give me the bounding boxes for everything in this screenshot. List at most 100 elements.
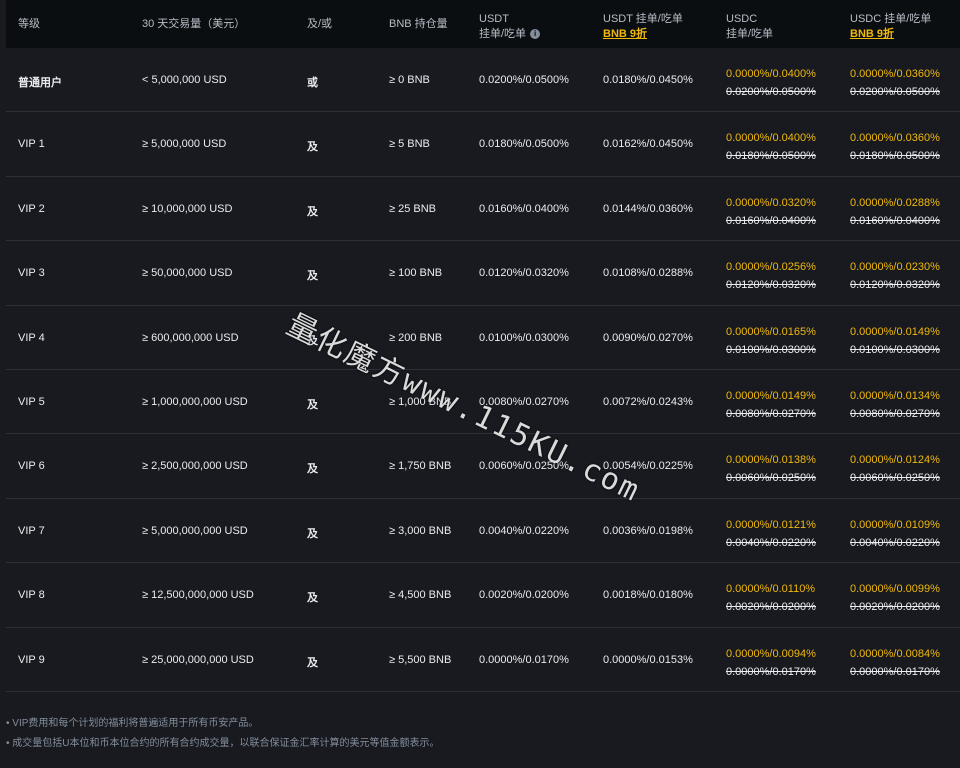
row-volume: ≥ 5,000,000 USD <box>142 138 227 151</box>
row-level: VIP 5 <box>18 395 45 408</box>
usdc-bnb-discount-link[interactable]: BNB 9折 <box>850 27 931 42</box>
row-usdc-fee: 0.0000%/0.0149% 0.0080%/0.0270% <box>726 387 816 423</box>
original-fee: 0.0120%/0.0320% <box>726 279 816 292</box>
row-level: VIP 2 <box>18 202 45 215</box>
row-usdc-fee: 0.0000%/0.0320% 0.0160%/0.0400% <box>726 194 816 230</box>
footnote: 成交量包括U本位和币本位合约的所有合约成交量，以联合保证金汇率计算的美元等值金额… <box>6 734 439 754</box>
row-andor: 及 <box>307 141 318 154</box>
row-usdt-bnb-fee: 0.0180%/0.0450% <box>603 74 693 86</box>
row-andor: 及 <box>307 463 318 476</box>
row-bnb: ≥ 4,500 BNB <box>389 589 452 602</box>
table-body: 普通用户 < 5,000,000 USD 或 ≥ 0 BNB 0.0200%/0.050… <box>6 48 960 692</box>
row-usdc-bnb-fee: 0.0000%/0.0230% 0.0120%/0.0320% <box>850 258 940 294</box>
row-usdt-bnb-fee: 0.0072%/0.0243% <box>603 395 693 408</box>
header-usdc-title: USDC <box>726 13 758 25</box>
row-level: VIP 9 <box>18 653 45 666</box>
table-row: VIP 6 ≥ 2,500,000,000 USD 及 ≥ 1,750 BNB 0.00… <box>6 434 960 499</box>
row-usdt-fee: 0.0020%/0.0200% <box>479 589 569 602</box>
original-fee: 0.0180%/0.0500% <box>726 150 816 163</box>
discounted-fee: 0.0000%/0.0084% <box>850 647 940 660</box>
row-usdc-fee: 0.0000%/0.0165% 0.0100%/0.0300% <box>726 323 816 359</box>
header-usdc-sub: 挂单/吃单 <box>726 28 774 40</box>
header-usdt-bnb: USDT 挂单/吃单 BNB 9折 <box>603 12 683 42</box>
discounted-fee: 0.0000%/0.0109% <box>850 518 940 531</box>
header-usdt-bnb-title: USDT 挂单/吃单 <box>603 13 683 25</box>
original-fee: 0.0120%/0.0320% <box>850 279 940 292</box>
discounted-fee: 0.0000%/0.0149% <box>726 389 816 402</box>
row-level: VIP 3 <box>18 267 45 280</box>
row-volume: ≥ 600,000,000 USD <box>142 331 239 344</box>
discounted-fee: 0.0000%/0.0320% <box>726 196 816 209</box>
row-bnb: ≥ 200 BNB <box>389 331 443 344</box>
row-volume: ≥ 25,000,000,000 USD <box>142 653 254 666</box>
row-bnb: ≥ 0 BNB <box>389 74 430 86</box>
discounted-fee: 0.0000%/0.0121% <box>726 518 816 531</box>
row-usdc-bnb-fee: 0.0000%/0.0360% 0.0180%/0.0500% <box>850 129 940 165</box>
row-bnb: ≥ 100 BNB <box>389 267 443 280</box>
header-usdt-sub: 挂单/吃单 <box>479 28 527 40</box>
row-usdt-bnb-fee: 0.0144%/0.0360% <box>603 202 693 215</box>
usdt-bnb-discount-link[interactable]: BNB 9折 <box>603 27 683 42</box>
row-usdc-fee: 0.0000%/0.0110% 0.0020%/0.0200% <box>726 580 816 616</box>
row-level: VIP 4 <box>18 331 45 344</box>
discounted-fee: 0.0000%/0.0099% <box>850 583 940 596</box>
original-fee: 0.0200%/0.0500% <box>850 86 940 98</box>
original-fee: 0.0100%/0.0300% <box>850 343 940 356</box>
header-usdt: USDT 挂单/吃单 i <box>479 12 541 42</box>
footnotes: VIP费用和每个计划的福利将普遍适用于所有币安产品。 成交量包括U本位和币本位合… <box>6 714 439 754</box>
table-row: VIP 3 ≥ 50,000,000 USD 及 ≥ 100 BNB 0.0120%/0… <box>6 241 960 306</box>
row-usdt-fee: 0.0100%/0.0300% <box>479 331 569 344</box>
info-icon[interactable]: i <box>530 29 541 40</box>
row-usdc-fee: 0.0000%/0.0256% 0.0120%/0.0320% <box>726 258 816 294</box>
discounted-fee: 0.0000%/0.0149% <box>850 325 940 338</box>
discounted-fee: 0.0000%/0.0110% <box>726 583 816 596</box>
row-level: VIP 6 <box>18 460 45 473</box>
row-bnb: ≥ 25 BNB <box>389 202 437 215</box>
row-andor: 及 <box>307 205 318 218</box>
header-usdt-title: USDT <box>479 13 509 25</box>
header-level: 等级 <box>18 18 40 30</box>
original-fee: 0.0160%/0.0400% <box>726 214 816 227</box>
discounted-fee: 0.0000%/0.0124% <box>850 454 940 467</box>
row-volume: < 5,000,000 USD <box>142 74 227 86</box>
row-usdc-bnb-fee: 0.0000%/0.0149% 0.0100%/0.0300% <box>850 323 940 359</box>
discounted-fee: 0.0000%/0.0360% <box>850 132 940 145</box>
row-bnb: ≥ 5,500 BNB <box>389 653 452 666</box>
original-fee: 0.0080%/0.0270% <box>850 407 940 420</box>
header-andor: 及/或 <box>307 18 333 30</box>
discounted-fee: 0.0000%/0.0360% <box>850 68 940 80</box>
row-usdc-bnb-fee: 0.0000%/0.0084% 0.0000%/0.0170% <box>850 645 940 681</box>
original-fee: 0.0000%/0.0170% <box>850 665 940 678</box>
header-volume: 30 天交易量（美元） <box>142 18 246 30</box>
row-usdt-fee: 0.0160%/0.0400% <box>479 202 569 215</box>
row-usdt-fee: 0.0040%/0.0220% <box>479 524 569 537</box>
table-row: VIP 8 ≥ 12,500,000,000 USD 及 ≥ 4,500 BNB 0.0… <box>6 563 960 628</box>
original-fee: 0.0040%/0.0220% <box>850 536 940 549</box>
row-bnb: ≥ 1,750 BNB <box>389 460 452 473</box>
original-fee: 0.0100%/0.0300% <box>726 343 816 356</box>
row-usdt-fee: 0.0120%/0.0320% <box>479 267 569 280</box>
discounted-fee: 0.0000%/0.0288% <box>850 196 940 209</box>
row-andor: 或 <box>307 77 318 89</box>
row-volume: ≥ 10,000,000 USD <box>142 202 233 215</box>
original-fee: 0.0020%/0.0200% <box>726 601 816 614</box>
original-fee: 0.0180%/0.0500% <box>850 150 940 163</box>
header-usdc: USDC 挂单/吃单 <box>726 12 773 42</box>
header-usdc-bnb-title: USDC 挂单/吃单 <box>850 13 932 25</box>
row-usdc-bnb-fee: 0.0000%/0.0109% 0.0040%/0.0220% <box>850 516 940 552</box>
row-bnb: ≥ 3,000 BNB <box>389 524 452 537</box>
original-fee: 0.0020%/0.0200% <box>850 601 940 614</box>
header-bnb: BNB 持仓量 <box>389 18 448 30</box>
fee-table: 等级 30 天交易量（美元） 及/或 BNB 持仓量 USDT 挂单/吃单 i U… <box>6 0 960 692</box>
discounted-fee: 0.0000%/0.0165% <box>726 325 816 338</box>
discounted-fee: 0.0000%/0.0230% <box>850 261 940 274</box>
row-usdc-bnb-fee: 0.0000%/0.0099% 0.0020%/0.0200% <box>850 580 940 616</box>
original-fee: 0.0040%/0.0220% <box>726 536 816 549</box>
table-row: VIP 7 ≥ 5,000,000,000 USD 及 ≥ 3,000 BNB 0.00… <box>6 499 960 564</box>
table-header: 等级 30 天交易量（美元） 及/或 BNB 持仓量 USDT 挂单/吃单 i U… <box>6 0 960 48</box>
row-usdc-fee: 0.0000%/0.0094% 0.0000%/0.0170% <box>726 645 816 681</box>
row-usdt-fee: 0.0200%/0.0500% <box>479 74 569 86</box>
table-row: 普通用户 < 5,000,000 USD 或 ≥ 0 BNB 0.0200%/0.050… <box>6 48 960 113</box>
row-usdt-bnb-fee: 0.0090%/0.0270% <box>603 331 693 344</box>
row-level: VIP 8 <box>18 589 45 602</box>
